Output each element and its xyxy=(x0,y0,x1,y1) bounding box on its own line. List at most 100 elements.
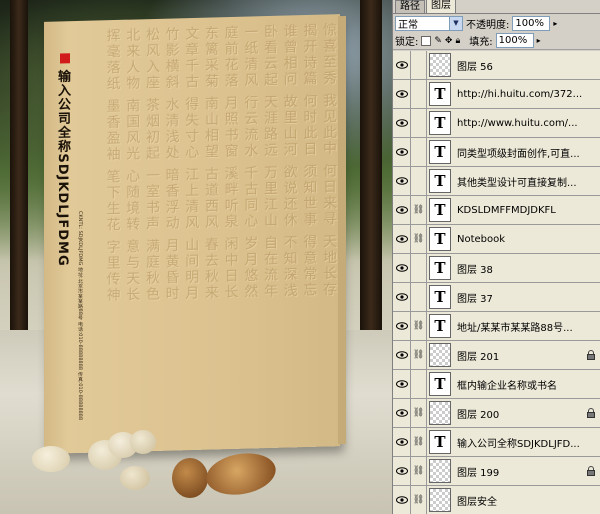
link-chain-icon[interactable]: ⛓ xyxy=(411,340,427,370)
layer-row[interactable]: ⛓ T KDSLDMFFMDJDKFL xyxy=(393,195,600,225)
text-layer-thumbnail[interactable]: T xyxy=(429,140,451,164)
eye-visibility-icon[interactable] xyxy=(393,398,411,428)
link-slot[interactable] xyxy=(411,79,427,109)
layer-name[interactable]: 其他类型设计可直接复制... xyxy=(457,174,600,189)
pistachio-nut xyxy=(130,430,156,454)
link-chain-icon[interactable]: ⛓ xyxy=(411,456,427,486)
link-slot[interactable] xyxy=(411,108,427,138)
chevron-down-icon[interactable]: ▼ xyxy=(449,16,462,30)
layer-row[interactable]: Thttp://www.huitu.com/... xyxy=(393,108,600,138)
eye-visibility-icon[interactable] xyxy=(393,456,411,486)
document-canvas[interactable]: 输入公司全称SDJKDLJFDMG CKNTL: SDJKDLJFDMG 地址:… xyxy=(0,0,392,514)
layer-name[interactable]: 图层 200 xyxy=(457,406,600,421)
text-layer-thumbnail[interactable]: T xyxy=(429,82,451,106)
tab-paths[interactable]: 路径 xyxy=(395,0,425,13)
eye-visibility-icon[interactable] xyxy=(393,51,411,80)
eye-visibility-icon[interactable] xyxy=(393,369,411,399)
layer-row[interactable]: T 其他类型设计可直接复制... xyxy=(393,166,600,196)
lock-transparent-pixels-icon[interactable] xyxy=(421,35,432,46)
opacity-input[interactable]: 100% xyxy=(512,15,551,31)
layer-name[interactable]: 同类型项级封面创作,可直... xyxy=(457,145,600,160)
layer-row[interactable]: ⛓ T 输入公司全称SDJKDLJFD... xyxy=(393,427,600,457)
text-layer-thumbnail[interactable]: T xyxy=(429,430,451,454)
link-chain-icon[interactable]: ⛓ xyxy=(411,485,427,514)
eye-visibility-icon[interactable] xyxy=(393,253,411,283)
calligraphy-column: 竹影横斜 水清浅处 暗香浮动 月黄昏时 xyxy=(164,26,180,303)
text-layer-thumbnail[interactable]: T xyxy=(429,169,451,193)
eye-visibility-icon[interactable] xyxy=(393,166,411,196)
eye-visibility-icon[interactable] xyxy=(393,79,411,109)
link-slot[interactable] xyxy=(411,137,427,167)
link-chain-icon[interactable]: ⛓ xyxy=(411,224,427,254)
eye-visibility-icon[interactable] xyxy=(393,427,411,457)
layer-thumbnail[interactable] xyxy=(429,53,451,77)
layer-row[interactable]: 图层 56 xyxy=(393,51,600,80)
notebook-cover: 输入公司全称SDJKDLJFDMG CKNTL: SDJKDLJFDMG 地址:… xyxy=(44,14,346,454)
eye-visibility-icon[interactable] xyxy=(393,224,411,254)
layer-name[interactable]: http://hi.huitu.com/372... xyxy=(457,89,600,100)
layer-name[interactable]: 输入公司全称SDJKDLJFD... xyxy=(457,435,600,450)
eye-visibility-icon[interactable] xyxy=(393,485,411,514)
layer-name[interactable]: 图层 38 xyxy=(457,261,600,276)
layer-row[interactable]: ⛓ T 地址/某某市某某路88号... xyxy=(393,311,600,341)
lock-position-icon[interactable]: ✥ xyxy=(445,36,453,46)
text-layer-thumbnail[interactable]: T xyxy=(429,285,451,309)
layer-name[interactable]: 图层 37 xyxy=(457,290,600,305)
layer-name[interactable]: 框内输企业名称或书名 xyxy=(457,377,600,392)
link-slot[interactable] xyxy=(411,51,427,80)
eye-visibility-icon[interactable] xyxy=(393,340,411,370)
fill-input[interactable]: 100% xyxy=(495,33,534,48)
layer-name[interactable]: 图层 56 xyxy=(457,58,600,73)
layer-name[interactable]: 地址/某某市某某路88号... xyxy=(457,319,600,334)
layer-name[interactable]: http://www.huitu.com/... xyxy=(457,118,600,129)
layer-list[interactable]: 图层 56 Thttp://hi.huitu.com/372... Thttp://… xyxy=(393,51,600,514)
layer-name[interactable]: 图层安全 xyxy=(457,493,600,508)
layer-name[interactable]: Notebook xyxy=(457,234,600,245)
lock-all-icon[interactable]: 🔒︎ xyxy=(455,36,460,46)
eye-visibility-icon[interactable] xyxy=(393,282,411,312)
layer-row[interactable]: T 图层 37 xyxy=(393,282,600,312)
text-layer-thumbnail[interactable]: T xyxy=(429,256,451,280)
link-slot[interactable] xyxy=(411,282,427,312)
link-chain-icon[interactable]: ⛓ xyxy=(411,195,427,225)
eye-visibility-icon[interactable] xyxy=(393,195,411,225)
layer-row[interactable]: ⛓ T Notebook xyxy=(393,224,600,254)
text-layer-thumbnail[interactable]: T xyxy=(429,227,451,251)
link-chain-icon[interactable]: ⛓ xyxy=(411,398,427,428)
layer-name[interactable]: 图层 201 xyxy=(457,348,600,363)
link-slot[interactable] xyxy=(411,253,427,283)
layer-thumbnail[interactable] xyxy=(429,401,451,425)
layer-row[interactable]: T 同类型项级封面创作,可直... xyxy=(393,137,600,167)
fill-slider-arrow-icon[interactable]: ▸ xyxy=(537,36,541,45)
link-chain-icon[interactable]: ⛓ xyxy=(411,427,427,457)
layer-thumbnail[interactable] xyxy=(429,488,451,512)
tab-layers[interactable]: 图层 xyxy=(426,0,456,13)
layer-thumbnail[interactable] xyxy=(429,459,451,483)
layer-name[interactable]: KDSLDMFFMDJDKFL xyxy=(457,205,600,216)
layer-row[interactable]: Thttp://hi.huitu.com/372... xyxy=(393,79,600,109)
link-slot[interactable] xyxy=(411,166,427,196)
layer-row[interactable]: ⛓ 图层 199 xyxy=(393,456,600,486)
eye-visibility-icon[interactable] xyxy=(393,137,411,167)
link-slot[interactable] xyxy=(411,369,427,399)
blend-mode-select[interactable]: 正常 ▼ xyxy=(395,15,463,31)
text-layer-thumbnail[interactable]: T xyxy=(429,314,451,338)
text-layer-thumbnail[interactable]: T xyxy=(429,111,451,135)
link-chain-icon[interactable]: ⛓ xyxy=(411,311,427,341)
layer-row[interactable]: ⛓ 图层 200 xyxy=(393,398,600,428)
layer-name[interactable]: 图层 199 xyxy=(457,464,600,479)
eye-visibility-icon[interactable] xyxy=(393,311,411,341)
eye-visibility-icon[interactable] xyxy=(393,108,411,138)
layer-row[interactable]: ⛓ 图层 201 xyxy=(393,340,600,370)
lock-image-pixels-icon[interactable]: ✎ xyxy=(434,36,442,46)
calligraphy-column: 松风入座 茶烟初起 一室书声 满庭秋色 xyxy=(145,26,160,303)
layer-thumbnail[interactable] xyxy=(429,343,451,367)
layer-row[interactable]: T 图层 38 xyxy=(393,253,600,283)
text-layer-thumbnail[interactable]: T xyxy=(429,198,451,222)
layer-row[interactable]: T 框内输企业名称或书名 xyxy=(393,369,600,399)
opacity-slider-arrow-icon[interactable]: ▸ xyxy=(553,19,557,28)
cover-subtitle: CKNTL: SDJKDLJFDMG 地址:北京市某某路88号 电话:010-8… xyxy=(77,210,83,421)
layer-row[interactable]: ⛓ 图层安全 xyxy=(393,485,600,514)
text-layer-thumbnail[interactable]: T xyxy=(429,372,451,396)
calligraphy-column: 一纸清风 行云流水 千古同心 岁月悠然 xyxy=(243,24,259,301)
